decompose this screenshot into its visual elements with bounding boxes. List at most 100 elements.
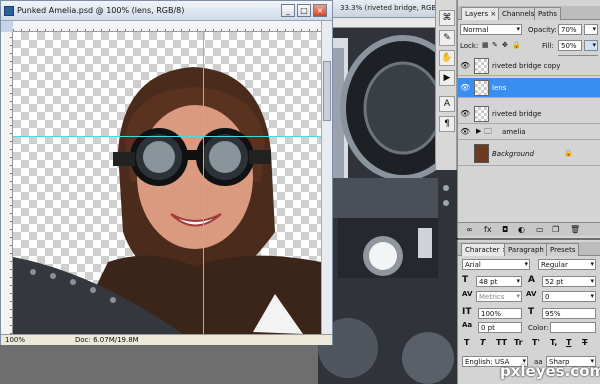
horizontal-ruler[interactable]: [13, 21, 324, 32]
minimize-button[interactable]: _: [281, 4, 295, 17]
vertical-scale-icon: IT: [462, 307, 472, 317]
layer-name: riveted bridge copy: [492, 62, 561, 70]
kerning-select[interactable]: Metrics: [476, 291, 522, 302]
lock-transparent-icon[interactable]: ▦: [482, 41, 489, 49]
document-titlebar[interactable]: Punked Amelia.psd @ 100% (lens, RGB/8) _…: [1, 1, 332, 21]
vertical-ruler[interactable]: [1, 32, 13, 334]
superscript-button[interactable]: T': [532, 338, 540, 347]
lock-row: Lock: ▦ ✎ ✥ 🔒 Fill: 50%: [460, 40, 599, 52]
status-bar: 100% Doc: 6.07M/19.8M: [1, 334, 332, 345]
folder-icon: 🗀: [484, 127, 492, 136]
document-window[interactable]: Punked Amelia.psd @ 100% (lens, RGB/8) _…: [0, 0, 333, 345]
blend-mode-select[interactable]: Normal: [460, 24, 522, 35]
layer-name: riveted bridge: [492, 110, 542, 118]
tab-channels[interactable]: Channels: [498, 7, 539, 20]
small-caps-button[interactable]: Tr: [514, 338, 523, 347]
layer-thumbnail: [474, 58, 489, 74]
vertical-scrollbar[interactable]: [321, 21, 332, 334]
scroll-thumb[interactable]: [323, 61, 331, 121]
tab-paths[interactable]: Paths: [534, 7, 562, 20]
vertical-scale-input[interactable]: 100%: [478, 308, 522, 319]
background-thumbnail: [474, 144, 489, 163]
lock-pixels-icon[interactable]: ✎: [492, 41, 498, 49]
adjustment-icon[interactable]: ◐: [518, 225, 525, 234]
underline-button[interactable]: T: [566, 338, 571, 347]
leading-input[interactable]: 52 pt: [542, 276, 596, 287]
fill-dropdown[interactable]: [584, 40, 598, 51]
layer-row[interactable]: Background 🔒: [458, 142, 600, 166]
horizontal-scale-icon: T: [528, 307, 535, 317]
blend-row: Normal Opacity: 70%: [460, 24, 599, 36]
maximize-button[interactable]: □: [297, 4, 311, 17]
brush-tool-icon[interactable]: ✎: [439, 30, 455, 46]
leading-icon: A: [528, 275, 535, 285]
all-caps-button[interactable]: TT: [496, 338, 507, 347]
photoshop-icon: [4, 6, 14, 16]
faux-italic-button[interactable]: T: [480, 338, 485, 347]
text-tool-icon[interactable]: A: [439, 96, 455, 112]
baseline-shift-input[interactable]: 0 pt: [478, 322, 522, 333]
document-info[interactable]: Doc: 6.07M/19.8M: [75, 336, 139, 344]
vertical-guide[interactable]: [203, 32, 204, 334]
background-document-title: 33.3% (riveted bridge, RGB/8): [340, 4, 446, 12]
font-size-icon: T: [462, 275, 469, 285]
style-buttons: T T TT Tr T' T, T T: [462, 338, 598, 350]
opacity-input[interactable]: 70%: [558, 24, 582, 35]
layer-thumbnail: [474, 106, 489, 122]
eye-icon[interactable]: 👁: [460, 127, 470, 137]
lock-position-icon[interactable]: ✥: [502, 41, 508, 49]
expand-arrow-icon[interactable]: ▶: [476, 127, 481, 135]
eye-icon[interactable]: 👁: [460, 61, 470, 71]
paragraph-tool-icon[interactable]: ¶: [439, 116, 455, 132]
tracking-icon: AV: [526, 290, 537, 298]
tool-strip: ⌘ ✎ ✋ ▶ A ¶: [435, 0, 457, 170]
portrait-image: [13, 67, 321, 334]
kerning-icon: AV: [462, 290, 473, 298]
font-style-select[interactable]: Regular: [538, 259, 596, 270]
layer-thumbnail: [474, 80, 489, 96]
close-button[interactable]: ×: [313, 4, 327, 17]
horizontal-scale-input[interactable]: 95%: [542, 308, 596, 319]
actions-tool-icon[interactable]: ▶: [439, 70, 455, 86]
hand-tool-icon[interactable]: ✋: [439, 50, 455, 66]
layer-row[interactable]: 👁 riveted bridge: [458, 104, 600, 124]
text-color-swatch[interactable]: [550, 322, 596, 333]
opacity-dropdown[interactable]: [584, 24, 598, 35]
new-layer-icon[interactable]: ❐: [552, 225, 559, 234]
strikethrough-button[interactable]: T: [582, 338, 587, 347]
lock-label: Lock:: [460, 42, 479, 50]
tab-presets[interactable]: Presets: [546, 243, 580, 256]
subscript-button[interactable]: T,: [550, 338, 557, 347]
link-icon[interactable]: ∞: [466, 225, 473, 234]
document-canvas[interactable]: [13, 32, 321, 334]
tracking-input[interactable]: 0: [542, 291, 596, 302]
folder-icon[interactable]: ▭: [536, 225, 544, 234]
horizontal-guide[interactable]: [13, 136, 321, 137]
layer-name: lens: [492, 84, 507, 92]
trash-icon[interactable]: 🗑: [570, 225, 580, 234]
fx-icon[interactable]: fx: [484, 225, 492, 234]
tab-layers[interactable]: Layers ×: [461, 7, 501, 20]
opacity-label: Opacity:: [528, 26, 557, 34]
fill-input[interactable]: 50%: [558, 40, 582, 51]
fill-label: Fill:: [542, 42, 554, 50]
layer-name: Background: [492, 150, 534, 158]
font-family-select[interactable]: Arial: [462, 259, 530, 270]
layers-panel-tabs: Layers × Channels Paths: [458, 6, 600, 20]
document-title: Punked Amelia.psd @ 100% (lens, RGB/8): [17, 6, 185, 15]
faux-bold-button[interactable]: T: [464, 338, 469, 347]
lock-icon: 🔒: [564, 149, 573, 157]
layer-row-selected[interactable]: 👁 lens: [458, 78, 600, 98]
eye-icon[interactable]: 👁: [460, 83, 470, 93]
history-tool-icon[interactable]: ⌘: [439, 10, 455, 26]
zoom-level[interactable]: 100%: [5, 336, 25, 344]
watermark: pxleyes.com: [500, 362, 600, 380]
layer-group-row[interactable]: 👁 ▶ 🗀 amelia: [458, 124, 600, 140]
layers-footer: ∞ fx ◘ ◐ ▭ ❐ 🗑: [458, 222, 600, 236]
mask-icon[interactable]: ◘: [502, 225, 508, 234]
eye-icon[interactable]: 👁: [460, 109, 470, 119]
tab-paragraph[interactable]: Paragraph: [504, 243, 548, 256]
layer-row[interactable]: 👁 riveted bridge copy: [458, 56, 600, 76]
font-size-input[interactable]: 48 pt: [476, 276, 522, 287]
lock-all-icon[interactable]: 🔒: [512, 41, 521, 49]
